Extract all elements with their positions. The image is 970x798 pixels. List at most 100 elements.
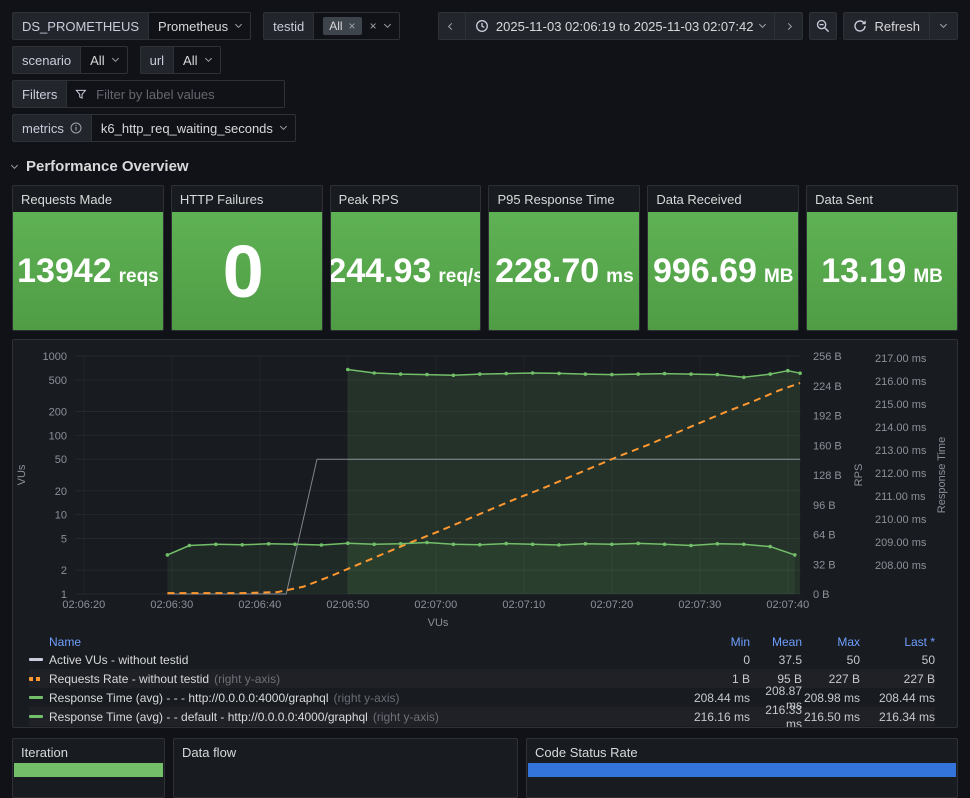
svg-text:5: 5 <box>61 534 67 546</box>
chevron-down-icon <box>11 161 18 168</box>
legend-row-active-vus: Active VUs - without testid 0 37.5 50 50 <box>29 650 935 669</box>
legend-header-name[interactable]: Name <box>49 635 675 649</box>
stat-body: 13942 reqs <box>13 212 163 330</box>
svg-text:160 B: 160 B <box>813 440 842 452</box>
toolbar-row-1: DS_PROMETHEUS Prometheus testid All × × <box>12 12 958 40</box>
refresh-interval-dropdown[interactable] <box>930 12 958 40</box>
series-name[interactable]: Active VUs - without testid <box>49 653 675 667</box>
series-name-suffix: (right y-axis) <box>333 691 399 705</box>
close-x-icon[interactable]: × <box>349 20 356 32</box>
series-name[interactable]: Response Time (avg) - - - http://0.0.0.0… <box>49 691 675 705</box>
toolbar-row-2: scenario All url All <box>12 46 958 74</box>
metrics-label: metrics <box>12 114 92 142</box>
data-flow-panel: Data flow <box>173 738 518 798</box>
stat-body: 996.69MB <box>648 212 798 330</box>
series-name-suffix: (right y-axis) <box>373 710 439 724</box>
filters-input[interactable] <box>94 86 276 103</box>
funnel-icon <box>75 88 87 101</box>
time-range-picker[interactable]: 2025-11-03 02:06:19 to 2025-11-03 02:07:… <box>466 12 776 40</box>
stat-panel-data-received: Data Received 996.69MB <box>647 185 799 331</box>
zoom-out-button[interactable] <box>809 12 837 40</box>
stat-panel-p95-response-time: P95 Response Time 228.70ms <box>488 185 640 331</box>
series-name-suffix: (right y-axis) <box>214 672 280 686</box>
legend-max: 216.50 ms <box>802 710 860 724</box>
datasource-value: Prometheus <box>158 19 228 34</box>
stat-unit: reqs <box>119 266 159 288</box>
legend-min: 1 B <box>675 672 750 686</box>
clock-icon <box>475 19 489 33</box>
tag-label: All <box>329 19 342 33</box>
datasource-variable: DS_PROMETHEUS Prometheus <box>12 12 251 40</box>
svg-text:50: 50 <box>55 454 67 466</box>
series-swatch-orange-dashed[interactable] <box>29 677 43 681</box>
stat-panel-http-failures: HTTP Failures 0 <box>171 185 323 331</box>
dashboard-toolbar: DS_PROMETHEUS Prometheus testid All × × <box>0 12 970 142</box>
panel-title[interactable]: Peak RPS <box>331 186 481 212</box>
svg-text:20: 20 <box>55 486 67 498</box>
panel-title[interactable]: Data Received <box>648 186 798 212</box>
testid-label: testid <box>263 12 314 40</box>
panel-title[interactable]: Data Sent <box>807 186 957 212</box>
datasource-select[interactable]: Prometheus <box>149 12 251 40</box>
panel-title[interactable]: Data flow <box>174 739 517 766</box>
svg-text:1000: 1000 <box>43 351 67 363</box>
testid-select[interactable]: All × × <box>314 12 399 40</box>
timeseries-chart[interactable]: 100050020010050201052102:06:2002:06:3002… <box>13 340 956 632</box>
chevron-right-icon <box>785 22 792 29</box>
chevron-down-icon <box>235 21 242 28</box>
bottom-panels-row: Iteration Data flow Code Status Rate <box>12 738 958 798</box>
svg-text:100: 100 <box>49 430 67 442</box>
info-circle-icon[interactable] <box>70 122 82 134</box>
legend-last: 50 <box>860 653 935 667</box>
legend-header-max[interactable]: Max <box>802 635 860 649</box>
time-forward-button[interactable] <box>775 12 803 40</box>
legend-max: 208.98 ms <box>802 691 860 705</box>
url-select[interactable]: All <box>174 46 220 74</box>
series-name[interactable]: Requests Rate - without testid(right y-a… <box>49 672 675 686</box>
chevron-down-icon <box>940 21 947 28</box>
legend-header-last[interactable]: Last * <box>860 635 935 649</box>
stat-body: 0 <box>172 212 322 330</box>
series-name-text: Active VUs - without testid <box>49 653 188 667</box>
legend-mean: 37.5 <box>750 653 802 667</box>
panel-title[interactable]: Code Status Rate <box>527 739 957 766</box>
legend-mean: 216.33 ms <box>750 703 802 729</box>
testid-tag-all[interactable]: All × <box>323 17 361 35</box>
clear-all-icon[interactable]: × <box>370 20 377 32</box>
svg-text:217.00 ms: 217.00 ms <box>875 353 927 365</box>
series-swatch-gray[interactable] <box>29 658 43 661</box>
svg-text:192 B: 192 B <box>813 411 842 423</box>
series-swatch-green[interactable] <box>29 696 43 699</box>
panel-title[interactable]: Requests Made <box>13 186 163 212</box>
code-status-bar <box>528 763 956 777</box>
svg-text:VUs: VUs <box>428 617 449 629</box>
stat-value: 13942 <box>17 252 112 291</box>
svg-text:2: 2 <box>61 565 67 577</box>
timeseries-panel: 100050020010050201052102:06:2002:06:3002… <box>12 339 958 728</box>
chevron-down-icon <box>759 21 766 28</box>
series-swatch-green[interactable] <box>29 715 43 718</box>
stat-panel-requests-made: Requests Made 13942 reqs <box>12 185 164 331</box>
svg-text:02:07:30: 02:07:30 <box>678 599 721 611</box>
refresh-button[interactable]: Refresh <box>843 12 930 40</box>
panel-title[interactable]: HTTP Failures <box>172 186 322 212</box>
stat-value: 244.93 <box>330 252 432 291</box>
svg-text:02:07:40: 02:07:40 <box>766 599 809 611</box>
panel-title[interactable]: P95 Response Time <box>489 186 639 212</box>
scenario-select[interactable]: All <box>81 46 127 74</box>
metrics-select[interactable]: k6_http_req_waiting_seconds <box>92 114 296 142</box>
url-label: url <box>140 46 174 74</box>
svg-text:02:07:00: 02:07:00 <box>414 599 457 611</box>
svg-text:208.00 ms: 208.00 ms <box>875 560 927 572</box>
time-back-button[interactable] <box>438 12 466 40</box>
svg-text:200: 200 <box>49 406 67 418</box>
chevron-left-icon <box>448 22 455 29</box>
legend-header-min[interactable]: Min <box>675 635 750 649</box>
panel-title[interactable]: Iteration <box>13 739 164 766</box>
legend-header-mean[interactable]: Mean <box>750 635 802 649</box>
section-performance-overview[interactable]: Performance Overview <box>12 158 958 175</box>
datasource-label: DS_PROMETHEUS <box>12 12 149 40</box>
svg-text:96 B: 96 B <box>813 500 836 512</box>
series-name[interactable]: Response Time (avg) - - default - http:/… <box>49 710 675 724</box>
svg-text:02:06:50: 02:06:50 <box>326 599 369 611</box>
